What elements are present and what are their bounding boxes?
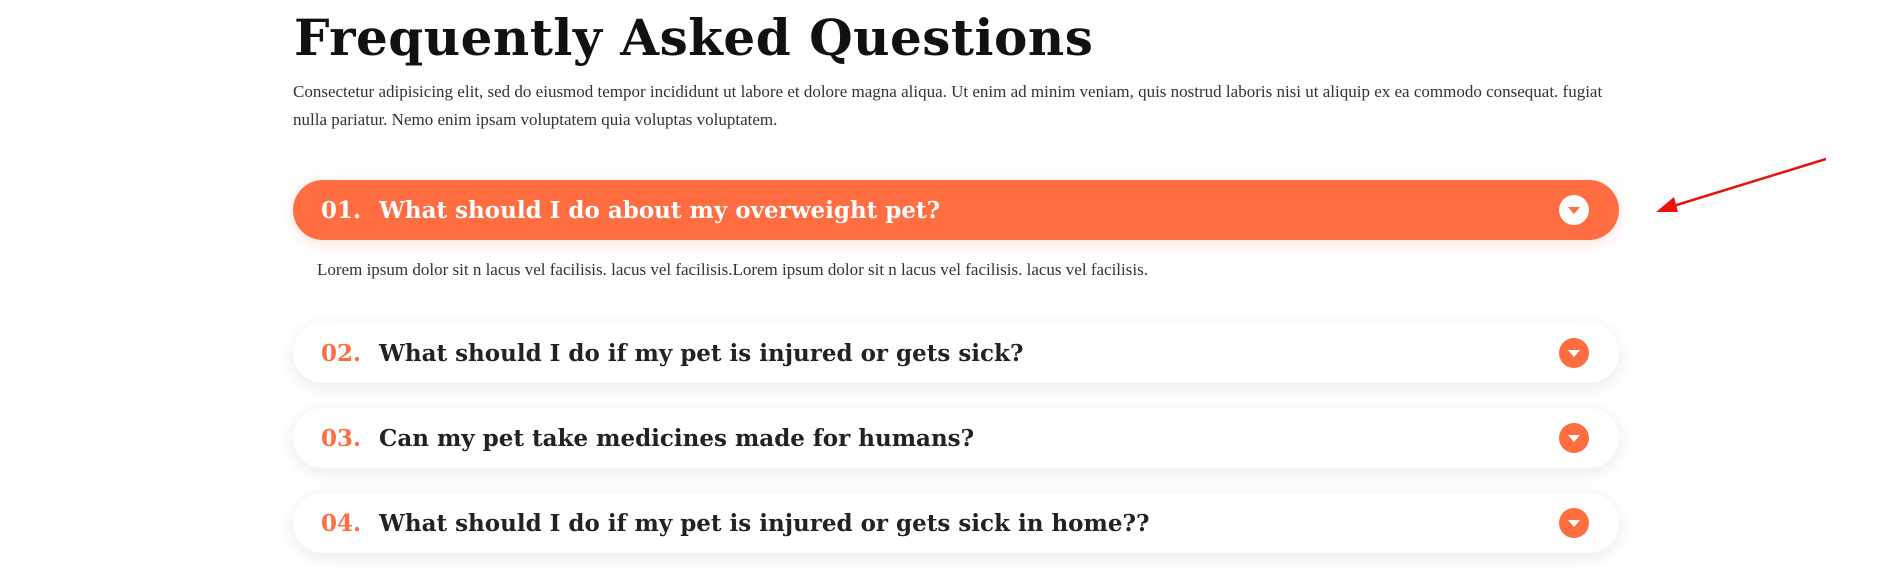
faq-item-question: What should I do about my overweight pet… bbox=[379, 196, 941, 224]
annotation-arrow-icon bbox=[1656, 157, 1827, 212]
faq-item-question: What should I do if my pet is injured or… bbox=[379, 339, 1024, 367]
faq-item-1[interactable]: 01. What should I do about my overweight… bbox=[293, 180, 1619, 240]
faq-item-number: 04. bbox=[321, 509, 362, 537]
faq-item-number: 02. bbox=[321, 339, 362, 367]
faq-item-question: Can my pet take medicines made for human… bbox=[379, 424, 975, 452]
faq-item-4[interactable]: 04. What should I do if my pet is injure… bbox=[293, 493, 1619, 553]
faq-item-3[interactable]: 03. Can my pet take medicines made for h… bbox=[293, 408, 1619, 468]
chevron-down-icon[interactable] bbox=[1559, 508, 1589, 538]
faq-item-1-answer: Lorem ipsum dolor sit n lacus vel facili… bbox=[317, 260, 1148, 279]
page-title: Frequently Asked Questions bbox=[294, 8, 1094, 67]
faq-item-number: 01. bbox=[321, 196, 362, 224]
faq-item-2[interactable]: 02. What should I do if my pet is injure… bbox=[293, 323, 1619, 383]
chevron-down-icon[interactable] bbox=[1559, 423, 1589, 453]
chevron-down-icon[interactable] bbox=[1559, 338, 1589, 368]
faq-item-question: What should I do if my pet is injured or… bbox=[379, 509, 1150, 537]
faq-item-number: 03. bbox=[321, 424, 362, 452]
chevron-down-icon[interactable] bbox=[1559, 195, 1589, 225]
faq-intro-text: Consectetur adipisicing elit, sed do eiu… bbox=[293, 82, 1603, 129]
